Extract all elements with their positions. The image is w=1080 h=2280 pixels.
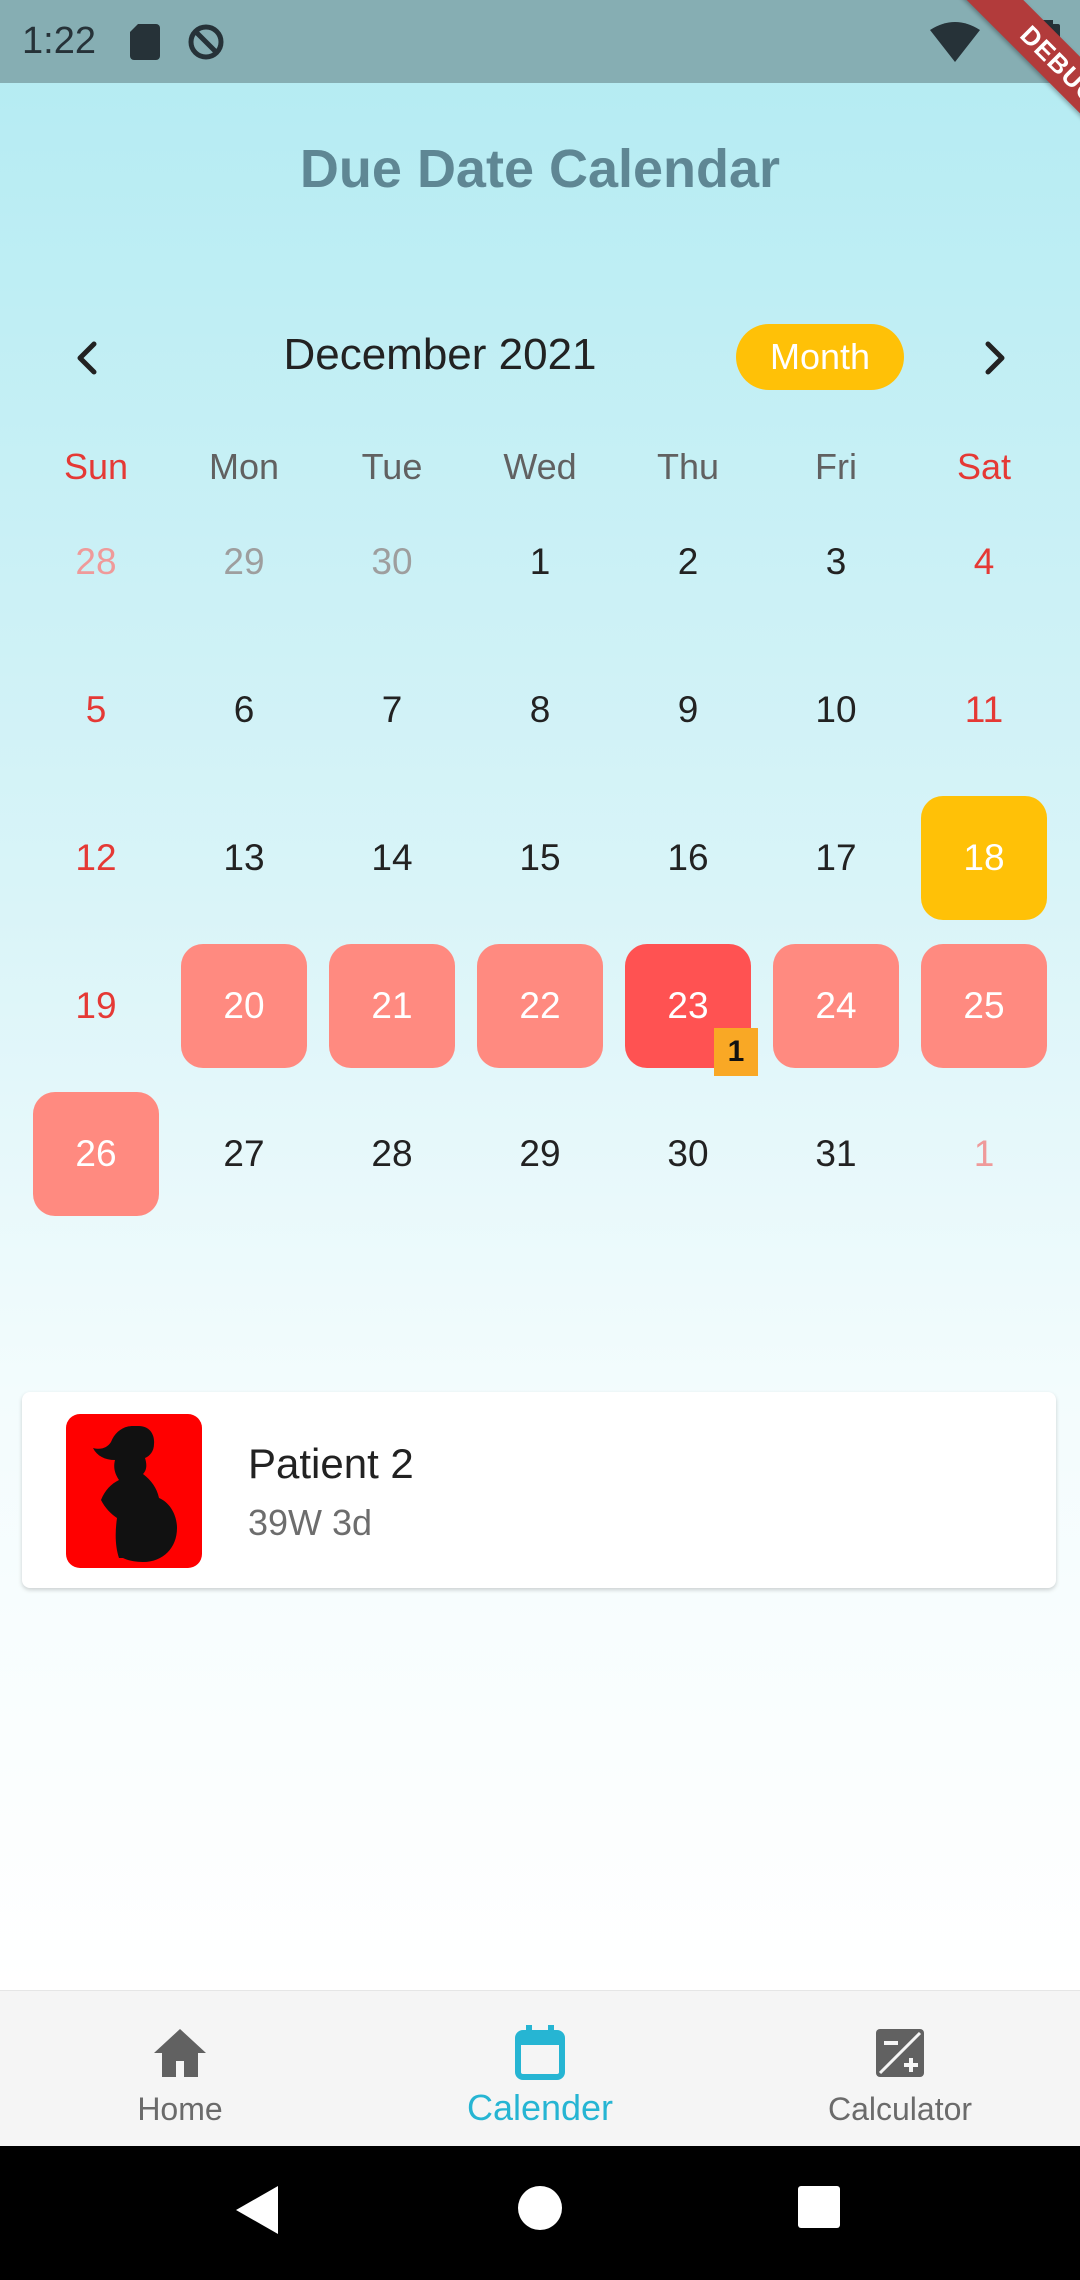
back-icon[interactable]: [236, 2186, 278, 2234]
calendar-day[interactable]: 8: [477, 648, 603, 772]
event-card[interactable]: Patient 2 39W 3d: [22, 1392, 1056, 1588]
calendar-day[interactable]: 1: [477, 500, 603, 624]
recents-icon[interactable]: [798, 2186, 840, 2228]
calendar-day[interactable]: 21: [329, 944, 455, 1068]
calendar-day[interactable]: 12: [33, 796, 159, 920]
calendar-icon: [515, 2025, 565, 2080]
calendar-day[interactable]: 26: [33, 1092, 159, 1216]
nav-calender-label: Calender: [466, 2087, 614, 2128]
home-button-icon[interactable]: [518, 2186, 562, 2230]
calendar-day[interactable]: 19: [33, 944, 159, 1068]
calendar-day[interactable]: 13: [181, 796, 307, 920]
nav-calculator-label: Calculator: [827, 2091, 973, 2127]
nav-calender[interactable]: Calender: [360, 1991, 720, 2147]
calendar-day[interactable]: 18: [921, 796, 1047, 920]
calendar-day[interactable]: 11: [921, 648, 1047, 772]
nav-home-label: Home: [137, 2091, 223, 2127]
calendar-day[interactable]: 20: [181, 944, 307, 1068]
calendar-day[interactable]: 10: [773, 648, 899, 772]
calendar-day[interactable]: 22: [477, 944, 603, 1068]
calendar-day[interactable]: 7: [329, 648, 455, 772]
calculator-icon: [876, 2029, 924, 2077]
nav-home[interactable]: Home: [0, 1991, 360, 2147]
calendar-day[interactable]: 5: [33, 648, 159, 772]
calendar-grid: 28 29 30 1 2 3 4 5 6 7 8 9 10 11 12 13 14 15 16 17 18 19 20 21 2…: [0, 0, 1080, 1300]
calendar-day[interactable]: 25: [921, 944, 1047, 1068]
bottom-navigation: Home Calender Calculator: [0, 1990, 1080, 2147]
system-navigation-bar: [0, 2146, 1080, 2280]
calendar-day[interactable]: 6: [181, 648, 307, 772]
calendar-day[interactable]: 30: [329, 500, 455, 624]
calendar-day[interactable]: 3: [773, 500, 899, 624]
calendar-day[interactable]: 31: [773, 1092, 899, 1216]
event-avatar: [66, 1414, 202, 1568]
calendar-day[interactable]: 28: [329, 1092, 455, 1216]
calendar-day[interactable]: 29: [181, 500, 307, 624]
calendar-day[interactable]: 29: [477, 1092, 603, 1216]
event-count-marker: 1: [714, 1028, 758, 1076]
calendar-day[interactable]: 4: [921, 500, 1047, 624]
calendar-day[interactable]: 28: [33, 500, 159, 624]
calendar-day[interactable]: 30: [625, 1092, 751, 1216]
calendar-day[interactable]: 24: [773, 944, 899, 1068]
event-subtitle: 39W 3d: [248, 1502, 373, 1543]
event-title: Patient 2: [248, 1440, 414, 1487]
home-icon: [154, 2029, 206, 2077]
calendar-day[interactable]: 15: [477, 796, 603, 920]
nav-calculator[interactable]: Calculator: [720, 1991, 1080, 2147]
calendar-day[interactable]: 9: [625, 648, 751, 772]
calendar-day[interactable]: 2: [625, 500, 751, 624]
calendar-day[interactable]: 1: [921, 1092, 1047, 1216]
calendar-day[interactable]: 27: [181, 1092, 307, 1216]
calendar-day[interactable]: 14: [329, 796, 455, 920]
pregnant-woman-silhouette-icon: [93, 1426, 177, 1562]
calendar-day[interactable]: 16: [625, 796, 751, 920]
calendar-day[interactable]: 17: [773, 796, 899, 920]
